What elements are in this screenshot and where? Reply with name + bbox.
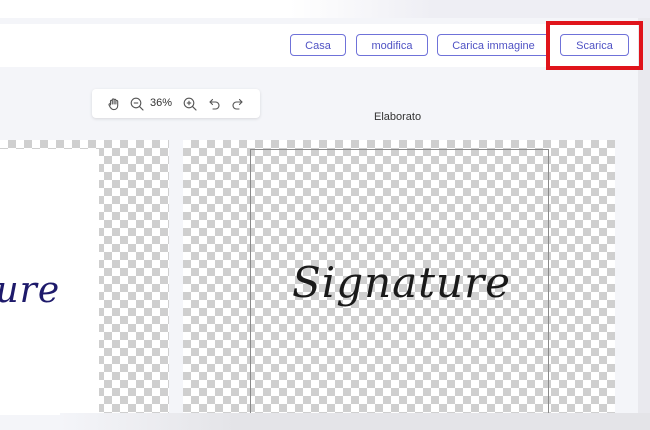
redo-icon[interactable] [230, 96, 246, 112]
window-right-edge [638, 18, 650, 430]
original-signature-text: ture [0, 270, 61, 311]
hand-icon[interactable] [106, 96, 122, 112]
undo-icon[interactable] [206, 96, 222, 112]
home-button[interactable]: Casa [290, 34, 346, 56]
download-highlight-box [546, 21, 643, 70]
top-strip-shade [290, 0, 650, 18]
zoom-out-icon[interactable] [129, 96, 145, 112]
zoom-level: 36% [150, 97, 173, 109]
zoom-in-icon[interactable] [182, 96, 198, 112]
processed-signature-text: Signature [292, 258, 512, 307]
upload-image-button[interactable]: Carica immagine [437, 34, 550, 56]
processed-label: Elaborato [374, 111, 422, 123]
bottom-shadow [60, 413, 650, 430]
edit-button[interactable]: modifica [356, 34, 428, 56]
zoom-toolbar: 36% [92, 89, 260, 118]
